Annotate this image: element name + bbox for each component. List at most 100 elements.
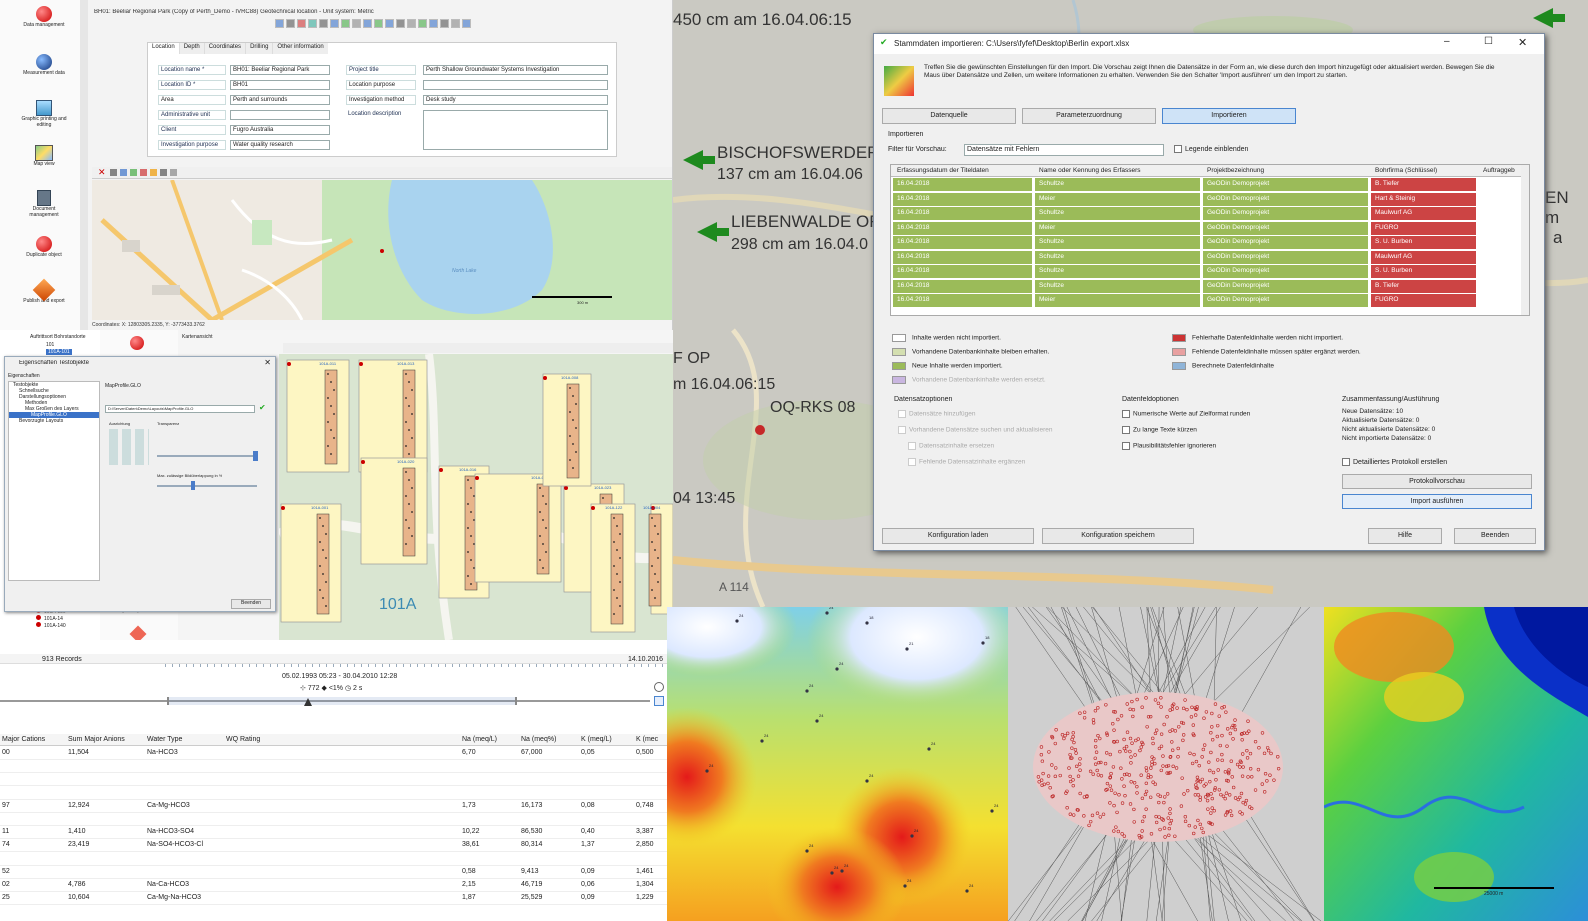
area-field[interactable]: Perth and surrounds — [230, 95, 330, 105]
grid-row[interactable]: 16.04.2018 Meier GeODin Demoprojekt FUGRO — [891, 221, 1529, 236]
tab-drilling[interactable]: Drilling — [246, 43, 274, 54]
toolbar-button[interactable] — [308, 19, 317, 28]
tree-node[interactable]: 101 — [46, 342, 54, 348]
record-option[interactable]: Fehlende Datensatzinhalte ergänzen — [898, 458, 1052, 474]
tree-root[interactable]: Auftrittsort Bohrstandorte — [30, 334, 86, 340]
toolbar-button[interactable] — [462, 19, 471, 28]
sidebar-item-map-view[interactable]: Map view — [18, 145, 70, 167]
borehole-box[interactable] — [280, 503, 342, 623]
map-tool-button[interactable] — [150, 169, 157, 176]
field-option[interactable]: Zu lange Texte kürzen — [1122, 426, 1250, 442]
admin-unit-select[interactable] — [230, 110, 330, 120]
table-column-header[interactable]: Water Type — [147, 736, 182, 743]
transparency-slider[interactable] — [157, 455, 257, 457]
toolbar-button[interactable] — [440, 19, 449, 28]
table-column-header[interactable]: WQ Rating — [226, 736, 260, 743]
field-option[interactable]: Plausibilitätsfehler ignorieren — [1122, 442, 1250, 458]
client-field[interactable]: Fugro Australia — [230, 125, 330, 135]
location-purpose-select[interactable] — [423, 80, 608, 90]
tab-location[interactable]: Location — [148, 43, 180, 54]
map-tool-button[interactable] — [170, 169, 177, 176]
table-row[interactable] — [0, 853, 667, 866]
tab-datenquelle[interactable]: Datenquelle — [882, 108, 1016, 124]
checkbox[interactable] — [1122, 442, 1130, 450]
overlap-slider[interactable] — [157, 485, 257, 487]
close-icon[interactable]: ✕ — [98, 167, 106, 178]
table-row[interactable] — [0, 813, 667, 826]
sidebar-scrollbar[interactable] — [80, 0, 88, 330]
sidebar-item-documents[interactable]: Document management — [18, 190, 70, 218]
tree-node-selected[interactable]: 101A-101 — [46, 349, 72, 355]
load-config-button[interactable]: Konfiguration laden — [882, 528, 1034, 544]
toolbar-button[interactable] — [297, 19, 306, 28]
location-name-field[interactable]: BH01: Beeliar Regional Park — [230, 65, 330, 75]
red-ball-icon[interactable] — [130, 336, 144, 350]
borehole-marker[interactable] — [361, 460, 365, 464]
toolbar-button[interactable] — [363, 19, 372, 28]
grid-row[interactable]: 16.04.2018 Meier GeODin Demoprojekt Hart & … — [891, 192, 1529, 207]
toolbar-button[interactable] — [451, 19, 460, 28]
grid-row[interactable]: 16.04.2018 Schultze GeODin Demoprojekt S. U… — [891, 265, 1529, 279]
grid-column-header[interactable]: Projektbezeichnung — [1207, 167, 1373, 174]
borehole-marker[interactable] — [591, 506, 595, 510]
table-row[interactable] — [0, 760, 667, 774]
table-column-header[interactable]: Major Cations — [2, 736, 45, 743]
table-column-header[interactable]: K (meq/L) — [581, 736, 612, 743]
table-row[interactable] — [0, 787, 667, 800]
record-option[interactable]: Vorhandene Datensätze suchen und aktuali… — [898, 426, 1052, 442]
grid-row[interactable]: 16.04.2018 Schultze GeODin Demoprojekt S. U… — [891, 236, 1529, 250]
checkbox[interactable] — [908, 442, 916, 450]
project-title-field[interactable]: Perth Shallow Groundwater Systems Invest… — [423, 65, 608, 75]
protocol-preview-button[interactable]: Protokollvorschau — [1342, 474, 1532, 489]
toolbar-button[interactable] — [385, 19, 394, 28]
alignment-grid[interactable] — [109, 429, 149, 465]
toolbar-button[interactable] — [275, 19, 284, 28]
investigation-purpose-field[interactable]: Water quality research — [230, 140, 330, 150]
table-row[interactable]: 00 11,504 Na-HCO3 6,70 67,000 0,05 0,500 — [0, 747, 667, 760]
list-item[interactable]: 101A-140 — [36, 622, 66, 629]
sidebar-item-data-management[interactable]: Data management — [18, 6, 70, 28]
toolbar-button[interactable] — [407, 19, 416, 28]
time-slider-range[interactable] — [167, 697, 517, 705]
grid-row[interactable]: 16.04.2018 Meier GeODin Demoprojekt FUGRO — [891, 294, 1529, 308]
grid-column-header[interactable]: Erfassungsdatum der Titeldaten — [897, 167, 1037, 174]
checkbox[interactable] — [1342, 458, 1350, 466]
street-map[interactable]: North Lake 300 m — [92, 180, 672, 320]
borehole-marker[interactable] — [287, 362, 291, 366]
tab-depth[interactable]: Depth — [179, 43, 205, 54]
toolbar-button[interactable] — [330, 19, 339, 28]
toolbar-button[interactable] — [429, 19, 438, 28]
toolbar-button[interactable] — [286, 19, 295, 28]
field-option[interactable]: Numerische Werte auf Zielformat runden — [1122, 410, 1250, 426]
grid-row[interactable]: 16.04.2018 Schultze GeODin Demoprojekt B. T… — [891, 279, 1529, 294]
save-config-button[interactable]: Konfiguration speichern — [1042, 528, 1194, 544]
table-column-header[interactable]: K (mec — [636, 736, 658, 743]
borehole-marker[interactable] — [281, 506, 285, 510]
grid-scrollbar[interactable] — [1521, 165, 1529, 315]
toolbar-button[interactable] — [341, 19, 350, 28]
toolbar-button[interactable] — [374, 19, 383, 28]
map-tool-button[interactable] — [130, 169, 137, 176]
borehole-marker[interactable] — [564, 486, 568, 490]
map-tool-button[interactable] — [140, 169, 147, 176]
checkbox[interactable] — [898, 410, 906, 418]
grid-row[interactable]: 16.04.2018 Schultze GeODin Demoprojekt Maul… — [891, 207, 1529, 221]
borehole-box[interactable] — [358, 359, 428, 473]
preview-grid[interactable]: Erfassungsdatum der Titeldaten Name oder … — [890, 164, 1530, 316]
checkbox[interactable] — [898, 426, 906, 434]
table-column-header[interactable]: Na (meq/L) — [462, 736, 497, 743]
filter-select[interactable]: Datensätze mit Fehlern — [964, 144, 1164, 156]
checkbox[interactable] — [1122, 426, 1130, 434]
sidebar-item-publish[interactable]: Publish and export — [18, 278, 70, 304]
table-row[interactable]: 74 23,419 Na-SO4-HCO3-Cl 38,61 80,314 1,37 2,8… — [0, 839, 667, 853]
borehole-marker[interactable] — [475, 476, 479, 480]
tab-coordinates[interactable]: Coordinates — [204, 43, 247, 54]
grid-column-header[interactable]: Bohrfirma (Schlüssel) — [1375, 167, 1481, 174]
toolbar-button[interactable] — [418, 19, 427, 28]
legend-checkbox[interactable]: Legende einblenden — [1174, 145, 1248, 153]
location-description-field[interactable] — [423, 110, 608, 150]
slider-handle[interactable] — [191, 481, 195, 490]
borehole-box[interactable] — [286, 359, 350, 473]
grid-column-header[interactable]: Name oder Kennung des Erfassers — [1039, 167, 1205, 174]
table-row[interactable]: 11 1,410 Na-HCO3-SO4 10,22 86,530 0,40 3,387 — [0, 826, 667, 840]
